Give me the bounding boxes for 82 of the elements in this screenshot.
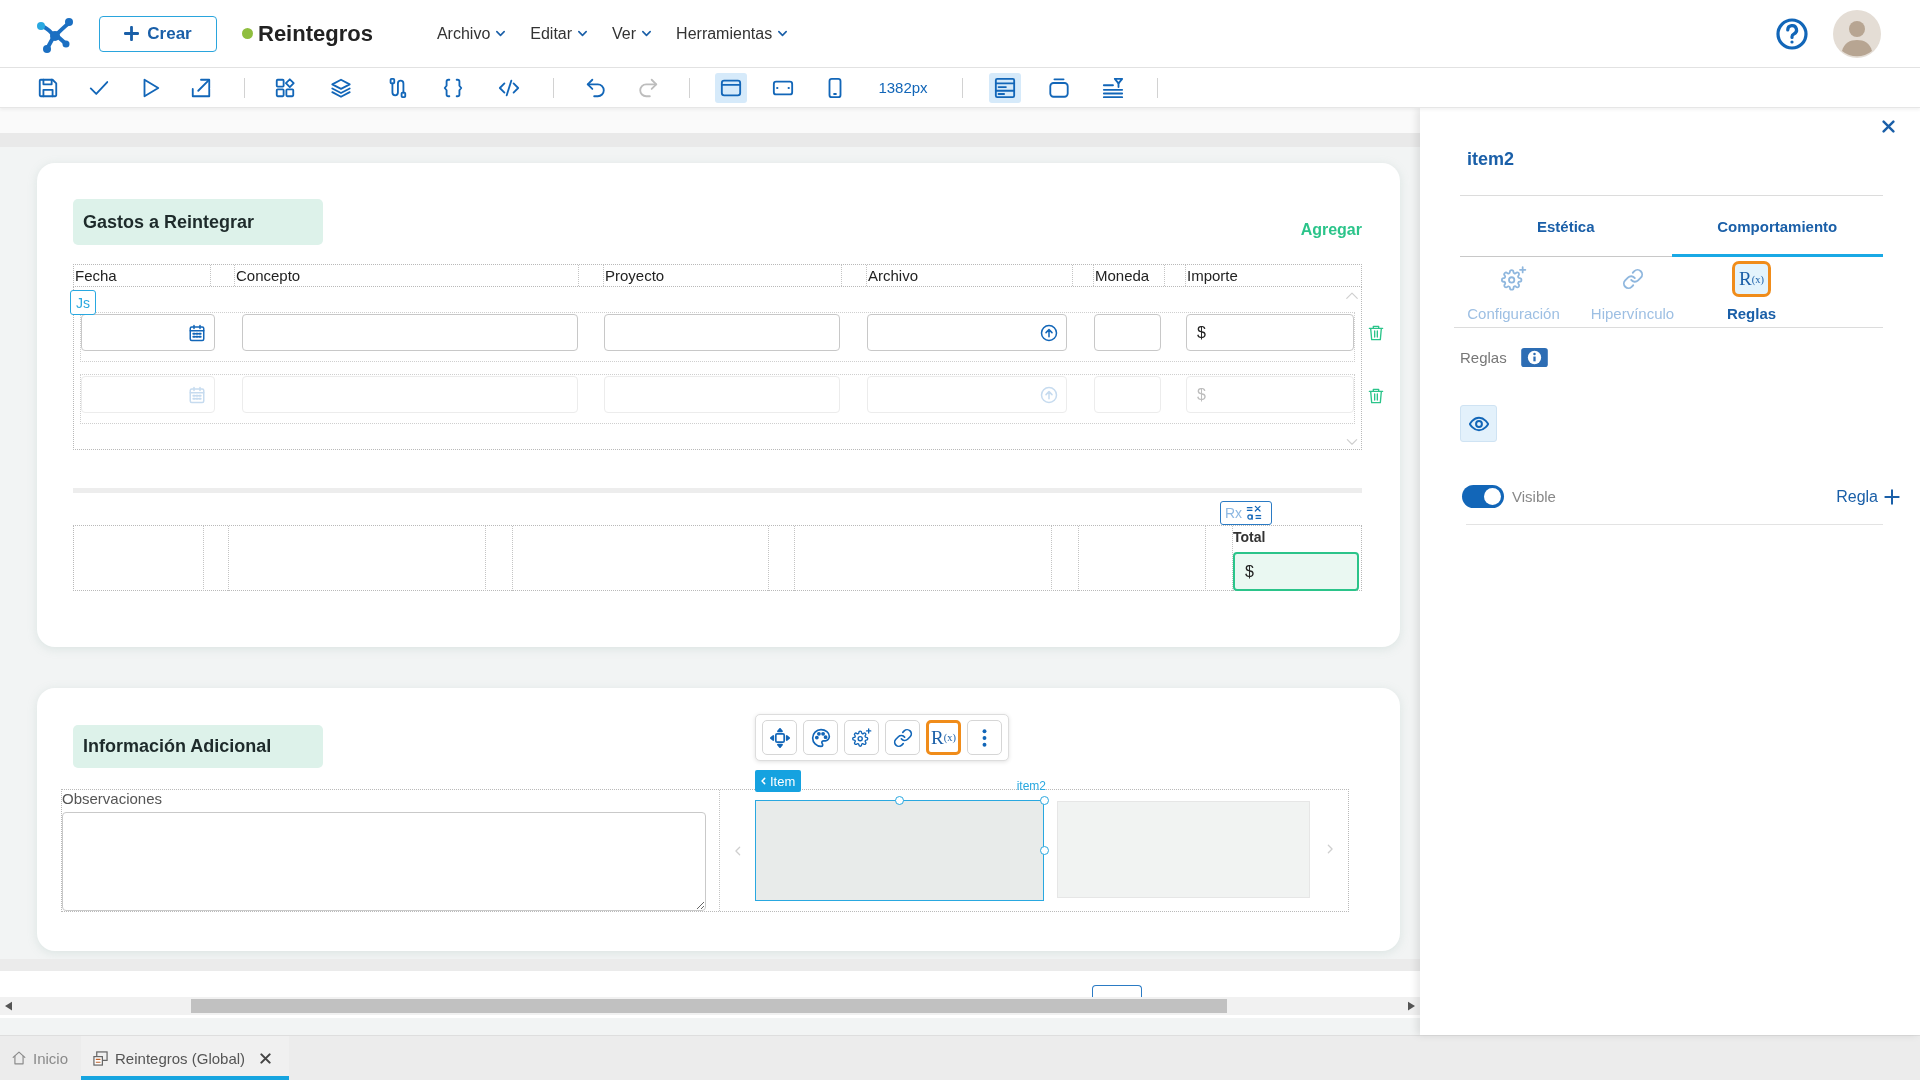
gear-sparkle-icon bbox=[851, 727, 872, 748]
palette-icon bbox=[810, 727, 831, 748]
export-icon bbox=[189, 76, 212, 99]
scrollbar-thumb[interactable] bbox=[191, 999, 1227, 1013]
menu-button[interactable]: Editar bbox=[530, 24, 589, 43]
field-label: Observaciones bbox=[62, 790, 163, 808]
toggle-switch[interactable] bbox=[1462, 485, 1504, 508]
column-header: Proyecto bbox=[604, 265, 842, 286]
funnel-lines-icon bbox=[1102, 76, 1124, 99]
move-icon bbox=[769, 727, 790, 748]
create-button[interactable]: Crear bbox=[99, 15, 217, 52]
resize-handle[interactable] bbox=[1039, 795, 1049, 805]
project-field[interactable] bbox=[604, 314, 840, 351]
window-icon bbox=[994, 76, 1016, 99]
more-button[interactable] bbox=[967, 720, 1002, 755]
layers-icon bbox=[330, 76, 352, 99]
info-icon[interactable] bbox=[1520, 347, 1548, 367]
settings-button[interactable] bbox=[844, 720, 879, 755]
document-title: Reintegros bbox=[258, 20, 373, 47]
upload-icon[interactable] bbox=[1040, 323, 1058, 342]
calendar-icon[interactable] bbox=[188, 323, 206, 342]
column-header: Fecha bbox=[74, 265, 211, 286]
form-view-button[interactable] bbox=[989, 72, 1021, 103]
resize-handle[interactable] bbox=[1039, 846, 1049, 855]
chevron-down-icon bbox=[777, 28, 789, 39]
section-title: Gastos a Reintegrar bbox=[73, 199, 323, 245]
section-title: Información Adicional bbox=[73, 725, 323, 768]
plus-icon bbox=[1884, 488, 1900, 505]
add-rule-button[interactable]: Regla bbox=[1836, 487, 1900, 506]
concept-field[interactable] bbox=[242, 314, 578, 351]
chevron-down-icon bbox=[577, 28, 589, 39]
link-button[interactable] bbox=[885, 720, 920, 755]
date-field[interactable] bbox=[81, 314, 215, 351]
chevron-down-icon bbox=[495, 28, 507, 39]
panel-title: item2 bbox=[1467, 148, 1515, 170]
item-name-label: item2 bbox=[1016, 780, 1046, 792]
menu-button[interactable]: Archivo bbox=[436, 24, 507, 43]
home-icon bbox=[12, 1051, 26, 1065]
scroll-right-icon[interactable] bbox=[1408, 1001, 1415, 1011]
scroll-left-icon[interactable] bbox=[5, 1001, 12, 1011]
braces-icon bbox=[442, 76, 464, 99]
amount-field[interactable]: $ bbox=[1186, 314, 1354, 351]
help-icon[interactable] bbox=[1776, 17, 1808, 50]
chevron-left-icon bbox=[760, 776, 767, 786]
kebab-icon bbox=[982, 728, 987, 747]
gear-sparkle-icon bbox=[1500, 266, 1527, 292]
close-icon[interactable] bbox=[260, 1052, 272, 1064]
panel-icon bbox=[1048, 76, 1070, 99]
column-header: Moneda bbox=[1094, 265, 1165, 286]
tab[interactable]: Estética bbox=[1460, 196, 1672, 257]
visibility-rule-button[interactable] bbox=[1460, 405, 1497, 442]
document-tab[interactable]: Reintegros (Global) bbox=[81, 1036, 290, 1080]
menu-button[interactable]: Ver bbox=[612, 24, 653, 43]
rule-label: Visible bbox=[1512, 488, 1556, 505]
link-icon bbox=[1621, 268, 1644, 290]
grid-icon bbox=[274, 76, 296, 99]
currency-field[interactable] bbox=[1094, 314, 1161, 351]
move-button[interactable] bbox=[762, 720, 797, 755]
tab[interactable]: Comportamiento bbox=[1671, 196, 1883, 257]
floppy-icon bbox=[36, 76, 59, 99]
redo-icon bbox=[637, 76, 659, 99]
formula-icon bbox=[1245, 505, 1264, 521]
menu-button[interactable]: Herramientas bbox=[676, 24, 789, 43]
status-dot-icon bbox=[242, 28, 253, 39]
plus-icon bbox=[124, 26, 140, 41]
link-icon bbox=[892, 727, 913, 748]
form-icon bbox=[93, 1050, 109, 1066]
close-icon[interactable] bbox=[1882, 120, 1895, 133]
style-button[interactable] bbox=[803, 720, 838, 755]
file-field[interactable] bbox=[867, 314, 1067, 351]
notes-field[interactable] bbox=[62, 812, 706, 911]
total-field[interactable]: $ bbox=[1233, 552, 1359, 591]
column-header: Importe bbox=[1186, 266, 1239, 286]
chevron-down-icon bbox=[641, 28, 653, 39]
desktop-view-button[interactable] bbox=[715, 72, 747, 103]
column-header: Archivo bbox=[867, 265, 1073, 286]
resize-handle[interactable] bbox=[895, 795, 904, 805]
section-label: Reglas bbox=[1460, 348, 1507, 366]
column-header: Concepto bbox=[235, 265, 579, 286]
undo-icon bbox=[585, 76, 607, 99]
canvas-width: 1382px bbox=[877, 79, 929, 96]
total-label: Total bbox=[1233, 529, 1266, 545]
